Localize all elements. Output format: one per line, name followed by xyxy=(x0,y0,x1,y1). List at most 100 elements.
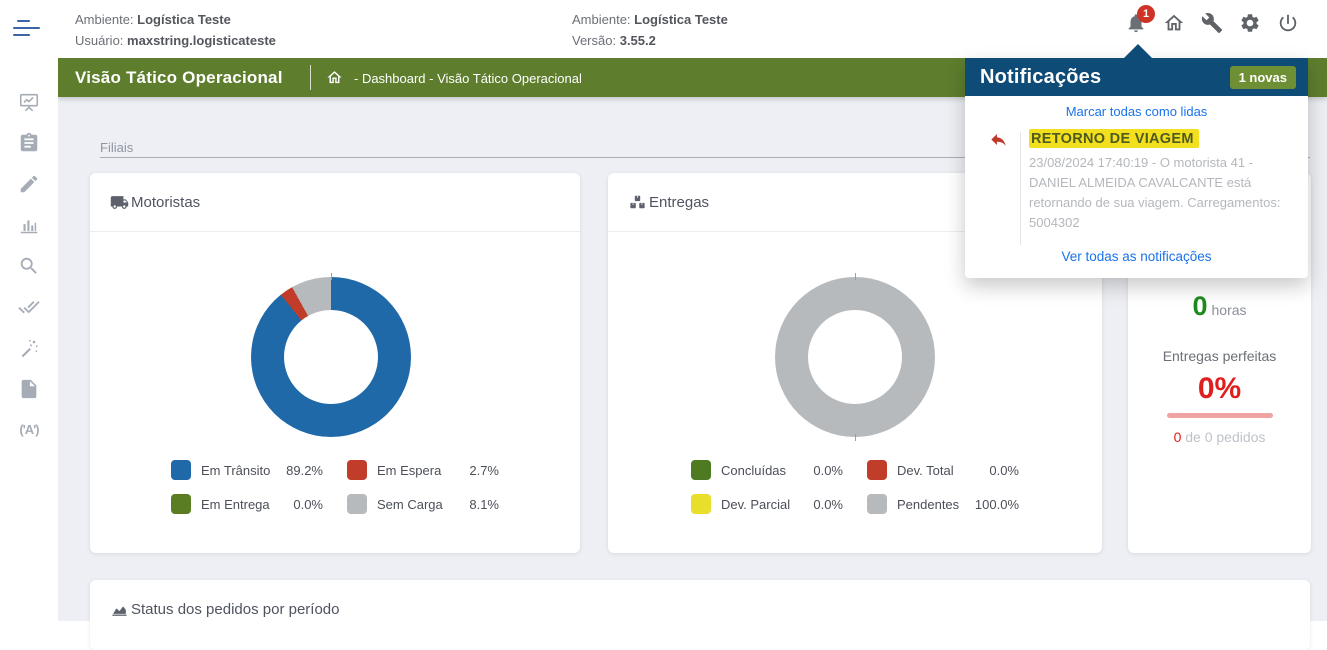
motoristas-card: Motoristas Em Trânsito 89.2% Em Espera 2… xyxy=(90,173,580,553)
entregas-donut-chart xyxy=(775,277,935,437)
legend-label: Dev. Parcial xyxy=(721,497,790,512)
environment-info-left: Ambiente: Logística Teste Usuário: maxst… xyxy=(75,9,276,51)
notification-item[interactable]: RETORNO DE VIAGEM 23/08/2024 17:40:19 - … xyxy=(981,129,1292,233)
ambiente-value: Logística Teste xyxy=(137,12,231,27)
tma-unit: horas xyxy=(1212,302,1247,318)
legend-swatch xyxy=(171,494,191,514)
antenna-icon[interactable]: ('A') xyxy=(18,419,40,441)
environment-info-center: Ambiente: Logística Teste Versão: 3.55.2 xyxy=(572,9,728,51)
usuario-value: maxstring.logisticateste xyxy=(127,33,276,48)
legend-swatch xyxy=(867,494,887,514)
wrench-icon[interactable] xyxy=(1201,12,1223,34)
search-icon[interactable] xyxy=(18,255,40,277)
double-check-icon[interactable] xyxy=(18,296,40,318)
motoristas-legend: Em Trânsito 89.2% Em Espera 2.7% Em Entr… xyxy=(90,460,580,514)
legend-label: Pendentes xyxy=(897,497,959,512)
legend-item: Sem Carga 8.1% xyxy=(347,494,499,514)
legend-value: 89.2% xyxy=(286,463,323,478)
entregas-perfeitas-underline xyxy=(1167,413,1273,418)
ambiente-value: Logística Teste xyxy=(634,12,728,27)
reply-arrow-icon xyxy=(989,130,1008,149)
legend-value: 0.0% xyxy=(293,497,323,512)
legend-item: Pendentes 100.0% xyxy=(867,494,1019,514)
notifications-bell-icon[interactable]: 1 xyxy=(1125,12,1147,34)
motoristas-card-title: Motoristas xyxy=(131,194,200,211)
donut-tick xyxy=(855,434,856,441)
pedidos-total: de 0 pedidos xyxy=(1181,429,1265,445)
status-pedidos-card: Status dos pedidos por período xyxy=(90,580,1310,650)
entregas-perfeitas-label: Entregas perfeitas xyxy=(1128,348,1311,364)
legend-item: Em Entrega 0.0% xyxy=(171,494,323,514)
document-icon[interactable] xyxy=(18,378,40,400)
status-pedidos-card-header: Status dos pedidos por período xyxy=(90,580,1310,639)
notifications-title: Notificações xyxy=(980,66,1101,89)
notifications-body: Marcar todas como lidas RETORNO DE VIAGE… xyxy=(965,96,1308,278)
legend-label: Dev. Total xyxy=(897,463,954,478)
legend-value: 100.0% xyxy=(975,497,1019,512)
legend-swatch xyxy=(171,460,191,480)
presentation-chart-icon[interactable] xyxy=(18,91,40,113)
legend-swatch xyxy=(691,460,711,480)
usuario-label: Usuário: xyxy=(75,33,123,48)
boxes-icon xyxy=(628,193,647,212)
motoristas-card-header: Motoristas xyxy=(90,173,580,232)
legend-item: Concluídas 0.0% xyxy=(691,460,843,480)
legend-label: Em Espera xyxy=(377,463,441,478)
legend-value: 2.7% xyxy=(469,463,499,478)
legend-item: Dev. Total 0.0% xyxy=(867,460,1019,480)
legend-label: Em Entrega xyxy=(201,497,270,512)
page-title: Visão Tático Operacional xyxy=(75,68,283,88)
notifications-caret xyxy=(1123,44,1153,59)
legend-label: Em Trânsito xyxy=(201,463,270,478)
notification-item-body: 23/08/2024 17:40:19 - O motorista 41 - D… xyxy=(1029,153,1288,233)
entregas-legend: Concluídas 0.0% Dev. Total 0.0% Dev. Par… xyxy=(608,460,1102,514)
entregas-card-title: Entregas xyxy=(649,194,709,211)
ambiente-label: Ambiente: xyxy=(75,12,134,27)
hamburger-menu-icon[interactable] xyxy=(12,16,42,40)
breadcrumb-home-icon[interactable] xyxy=(326,69,343,86)
mark-all-read-link[interactable]: Marcar todas como lidas xyxy=(965,104,1308,119)
versao-label: Versão: xyxy=(572,33,616,48)
view-all-notifications-link[interactable]: Ver todas as notificações xyxy=(965,249,1308,264)
legend-label: Concluídas xyxy=(721,463,786,478)
home-icon[interactable] xyxy=(1163,12,1185,34)
legend-item: Em Espera 2.7% xyxy=(347,460,499,480)
breadcrumb: - Dashboard - Visão Tático Operacional xyxy=(354,71,582,86)
legend-value: 0.0% xyxy=(813,463,843,478)
divider xyxy=(310,65,311,90)
donut-tick xyxy=(855,273,856,280)
bar-chart-icon[interactable] xyxy=(18,214,40,236)
truck-icon xyxy=(110,193,129,212)
notification-item-title: RETORNO DE VIAGEM xyxy=(1029,129,1199,148)
legend-item: Em Trânsito 89.2% xyxy=(171,460,323,480)
notifications-panel: Notificações 1 novas Marcar todas como l… xyxy=(965,58,1308,278)
sidebar: ('A') xyxy=(0,58,58,621)
entregas-perfeitas-value: 0% xyxy=(1128,372,1311,406)
ambiente-label: Ambiente: xyxy=(572,12,631,27)
status-pedidos-card-title: Status dos pedidos por período xyxy=(131,601,339,618)
legend-label: Sem Carga xyxy=(377,497,443,512)
pedidos-summary: 0 de 0 pedidos xyxy=(1128,429,1311,445)
pencil-icon[interactable] xyxy=(18,173,40,195)
motoristas-donut-chart xyxy=(251,277,411,437)
legend-value: 0.0% xyxy=(989,463,1019,478)
notifications-new-badge: 1 novas xyxy=(1230,66,1296,89)
legend-item: Dev. Parcial 0.0% xyxy=(691,494,843,514)
legend-swatch xyxy=(867,460,887,480)
legend-value: 0.0% xyxy=(813,497,843,512)
power-icon[interactable] xyxy=(1277,12,1299,34)
tma-value: 0 xyxy=(1192,291,1207,321)
notifications-panel-header: Notificações 1 novas xyxy=(965,58,1308,96)
legend-swatch xyxy=(347,460,367,480)
notification-count-badge: 1 xyxy=(1137,5,1155,23)
legend-swatch xyxy=(691,494,711,514)
clipboard-icon[interactable] xyxy=(18,132,40,154)
settings-gear-icon[interactable] xyxy=(1239,12,1261,34)
timeline-line xyxy=(1020,132,1021,245)
legend-value: 8.1% xyxy=(469,497,499,512)
donut-tick xyxy=(331,273,332,280)
area-chart-icon xyxy=(110,600,129,619)
filiais-select-label[interactable]: Filiais xyxy=(100,140,133,155)
topbar-icons: 1 xyxy=(1125,12,1299,34)
magic-wand-icon[interactable] xyxy=(18,337,40,359)
